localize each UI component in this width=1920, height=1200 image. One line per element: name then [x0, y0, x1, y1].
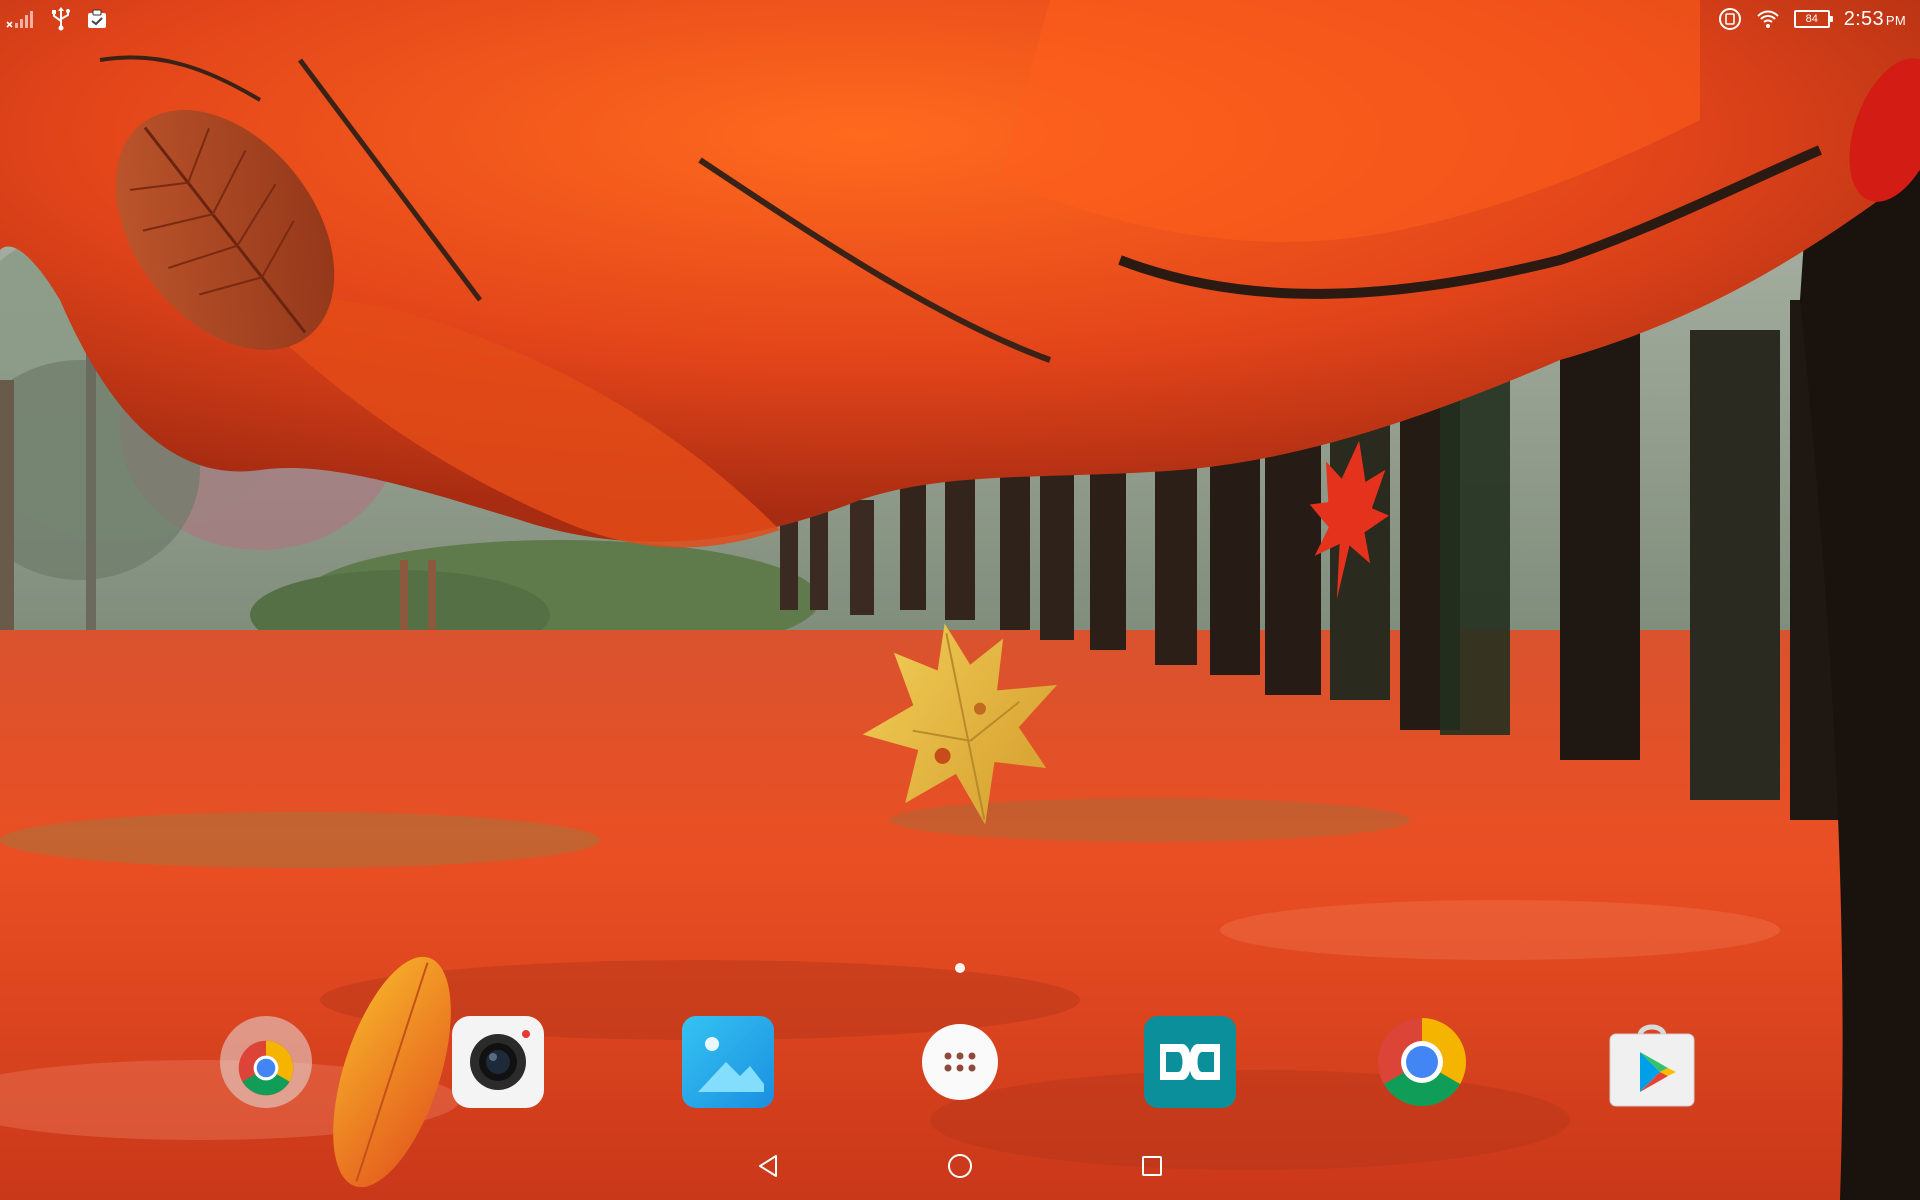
- page-indicator-dot: [955, 963, 965, 973]
- clipboard-icon: [86, 8, 108, 30]
- recents-icon: [1142, 1156, 1162, 1176]
- clock-time: 2:53: [1843, 7, 1884, 30]
- battery-level: 84: [1805, 13, 1818, 25]
- status-left-icons: [6, 6, 108, 32]
- back-button[interactable]: [748, 1146, 788, 1186]
- clock-ampm: PM: [1885, 12, 1906, 28]
- screenshot-icon: [1718, 7, 1742, 31]
- dolby-app[interactable]: [1142, 1014, 1238, 1110]
- camera-app[interactable]: [450, 1014, 546, 1110]
- signal-off-icon: [6, 8, 36, 30]
- home-button[interactable]: [940, 1146, 980, 1186]
- dolby-icon: [1144, 1016, 1236, 1108]
- usb-icon: [50, 7, 72, 31]
- status-right-icons: 84 2:53 PM: [1718, 4, 1906, 34]
- wifi-icon: [1756, 9, 1780, 29]
- play-store-icon: [1609, 1024, 1695, 1107]
- back-icon: [759, 1155, 777, 1177]
- play-store-app[interactable]: [1604, 1014, 1700, 1110]
- chrome-folder-app[interactable]: [218, 1014, 314, 1110]
- chrome-icon: [1378, 1018, 1466, 1106]
- battery-icon: 84: [1793, 10, 1833, 28]
- home-icon: [948, 1154, 972, 1178]
- gallery-icon: [682, 1016, 774, 1108]
- status-bar: 84 2:53 PM: [0, 0, 1920, 40]
- app-drawer-button[interactable]: [912, 1014, 1008, 1110]
- recents-button[interactable]: [1132, 1146, 1172, 1186]
- app-drawer-icon: [922, 1024, 998, 1100]
- chrome-in-folder-icon: [220, 1016, 312, 1108]
- camera-icon: [452, 1016, 544, 1108]
- clock: 2:53 PM: [1844, 8, 1906, 31]
- home-screen: 84 2:53 PM: [0, 0, 1920, 1200]
- chrome-app[interactable]: [1374, 1014, 1470, 1110]
- gallery-app[interactable]: [680, 1014, 776, 1110]
